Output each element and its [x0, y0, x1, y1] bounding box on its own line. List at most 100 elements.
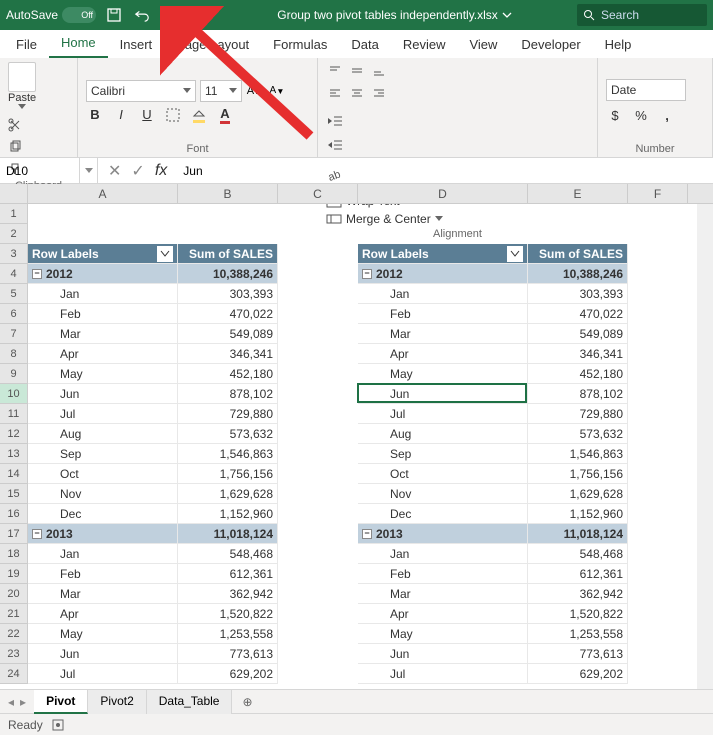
pivot-value-B-18[interactable]: 548,468	[178, 544, 278, 564]
collapse-icon[interactable]: −	[362, 529, 372, 539]
pivot-value-E-12[interactable]: 573,632	[528, 424, 628, 444]
menu-tab-help[interactable]: Help	[593, 31, 644, 58]
row-header-15[interactable]: 15	[0, 484, 28, 504]
font-size-combo[interactable]: 11	[200, 80, 242, 102]
row-header-11[interactable]: 11	[0, 404, 28, 424]
pivot-month-A-23[interactable]: Jun	[28, 644, 178, 664]
font-name-combo[interactable]: Calibri	[86, 80, 196, 102]
pivot-value-B-15[interactable]: 1,629,628	[178, 484, 278, 504]
pivot-year-value-B-2012[interactable]: 10,388,246	[178, 264, 278, 284]
pivot-month-D-15[interactable]: Nov	[358, 484, 528, 504]
align-top-icon[interactable]	[326, 62, 344, 80]
pivot-month-D-12[interactable]: Aug	[358, 424, 528, 444]
pivot-month-A-14[interactable]: Oct	[28, 464, 178, 484]
pivot-value-B-22[interactable]: 1,253,558	[178, 624, 278, 644]
paste-button[interactable]: Paste	[8, 62, 36, 110]
pivot-month-A-5[interactable]: Jan	[28, 284, 178, 304]
row-header-22[interactable]: 22	[0, 624, 28, 644]
enter-formula-icon[interactable]: ✓	[131, 161, 144, 181]
row-header-13[interactable]: 13	[0, 444, 28, 464]
menu-tab-developer[interactable]: Developer	[509, 31, 592, 58]
align-bottom-icon[interactable]	[370, 62, 388, 80]
sheet-tab-pivot[interactable]: Pivot	[34, 690, 88, 714]
pivot-value-B-14[interactable]: 1,756,156	[178, 464, 278, 484]
pivot-header-rowlabels-A[interactable]: Row Labels	[28, 244, 178, 264]
align-center-icon[interactable]	[348, 84, 366, 102]
italic-button[interactable]: I	[112, 106, 130, 124]
filter-dropdown-icon[interactable]	[157, 246, 173, 262]
pivot-month-A-13[interactable]: Sep	[28, 444, 178, 464]
pivot-value-B-20[interactable]: 362,942	[178, 584, 278, 604]
sheet-nav-next-icon[interactable]: ▸	[20, 695, 26, 709]
row-header-3[interactable]: 3	[0, 244, 28, 264]
increase-font-icon[interactable]: A▲	[246, 82, 264, 100]
title-chevron-icon[interactable]	[502, 10, 512, 20]
pivot-month-D-11[interactable]: Jul	[358, 404, 528, 424]
increase-indent-icon[interactable]	[326, 136, 344, 154]
pivot-value-B-10[interactable]: 878,102	[178, 384, 278, 404]
pivot-year-A-2013[interactable]: −2013	[28, 524, 178, 544]
decrease-font-icon[interactable]: A▼	[268, 82, 286, 100]
fill-color-icon[interactable]	[190, 106, 208, 124]
pivot-year-value-E-2012[interactable]: 10,388,246	[528, 264, 628, 284]
pivot-value-E-15[interactable]: 1,629,628	[528, 484, 628, 504]
pivot-month-D-18[interactable]: Jan	[358, 544, 528, 564]
cut-icon[interactable]	[8, 118, 24, 134]
pivot-value-B-8[interactable]: 346,341	[178, 344, 278, 364]
pivot-month-A-22[interactable]: May	[28, 624, 178, 644]
align-middle-icon[interactable]	[348, 62, 366, 80]
pivot-value-B-16[interactable]: 1,152,960	[178, 504, 278, 524]
font-color-icon[interactable]: A	[216, 106, 234, 124]
pivot-month-A-9[interactable]: May	[28, 364, 178, 384]
pivot-month-D-9[interactable]: May	[358, 364, 528, 384]
search-box[interactable]: Search	[577, 4, 707, 26]
pivot-value-E-18[interactable]: 548,468	[528, 544, 628, 564]
bold-button[interactable]: B	[86, 106, 104, 124]
pivot-value-B-7[interactable]: 549,089	[178, 324, 278, 344]
spreadsheet-grid[interactable]: ABCDEF 123456789101112131415161718192021…	[0, 184, 713, 689]
pivot-month-D-16[interactable]: Dec	[358, 504, 528, 524]
menu-tab-formulas[interactable]: Formulas	[261, 31, 339, 58]
pivot-value-B-12[interactable]: 573,632	[178, 424, 278, 444]
pivot-month-A-12[interactable]: Aug	[28, 424, 178, 444]
row-header-16[interactable]: 16	[0, 504, 28, 524]
pivot-month-A-21[interactable]: Apr	[28, 604, 178, 624]
pivot-value-E-22[interactable]: 1,253,558	[528, 624, 628, 644]
pivot-month-D-19[interactable]: Feb	[358, 564, 528, 584]
pivot-value-E-6[interactable]: 470,022	[528, 304, 628, 324]
collapse-icon[interactable]: −	[32, 529, 42, 539]
pivot-month-A-10[interactable]: Jun	[28, 384, 178, 404]
pivot-value-B-9[interactable]: 452,180	[178, 364, 278, 384]
name-box-dropdown[interactable]	[80, 158, 98, 183]
qat-customize-icon[interactable]	[196, 7, 212, 23]
pivot-year-A-2012[interactable]: −2012	[28, 264, 178, 284]
pivot-value-E-16[interactable]: 1,152,960	[528, 504, 628, 524]
pivot-month-A-20[interactable]: Mar	[28, 584, 178, 604]
menu-tab-insert[interactable]: Insert	[108, 31, 165, 58]
pivot-year-D-2012[interactable]: −2012	[358, 264, 528, 284]
redo-icon[interactable]	[162, 7, 178, 23]
row-header-2[interactable]: 2	[0, 224, 28, 244]
pivot-header-sum-E[interactable]: Sum of SALES	[528, 244, 628, 264]
filter-dropdown-icon[interactable]	[507, 246, 523, 262]
menu-tab-file[interactable]: File	[4, 31, 49, 58]
pivot-value-B-24[interactable]: 629,202	[178, 664, 278, 684]
pivot-month-A-11[interactable]: Jul	[28, 404, 178, 424]
row-header-8[interactable]: 8	[0, 344, 28, 364]
row-header-18[interactable]: 18	[0, 544, 28, 564]
pivot-month-D-6[interactable]: Feb	[358, 304, 528, 324]
vertical-scrollbar[interactable]	[697, 204, 713, 689]
pivot-month-D-21[interactable]: Apr	[358, 604, 528, 624]
row-header-9[interactable]: 9	[0, 364, 28, 384]
pivot-month-D-7[interactable]: Mar	[358, 324, 528, 344]
sheet-tab-pivot2[interactable]: Pivot2	[88, 690, 146, 714]
pivot-value-E-13[interactable]: 1,546,863	[528, 444, 628, 464]
pivot-month-D-8[interactable]: Apr	[358, 344, 528, 364]
column-header-F[interactable]: F	[628, 184, 688, 203]
row-header-5[interactable]: 5	[0, 284, 28, 304]
menu-tab-page-layout[interactable]: Page Layout	[164, 31, 261, 58]
pivot-month-D-22[interactable]: May	[358, 624, 528, 644]
pivot-value-E-14[interactable]: 1,756,156	[528, 464, 628, 484]
pivot-month-D-20[interactable]: Mar	[358, 584, 528, 604]
pivot-header-rowlabels-D[interactable]: Row Labels	[358, 244, 528, 264]
